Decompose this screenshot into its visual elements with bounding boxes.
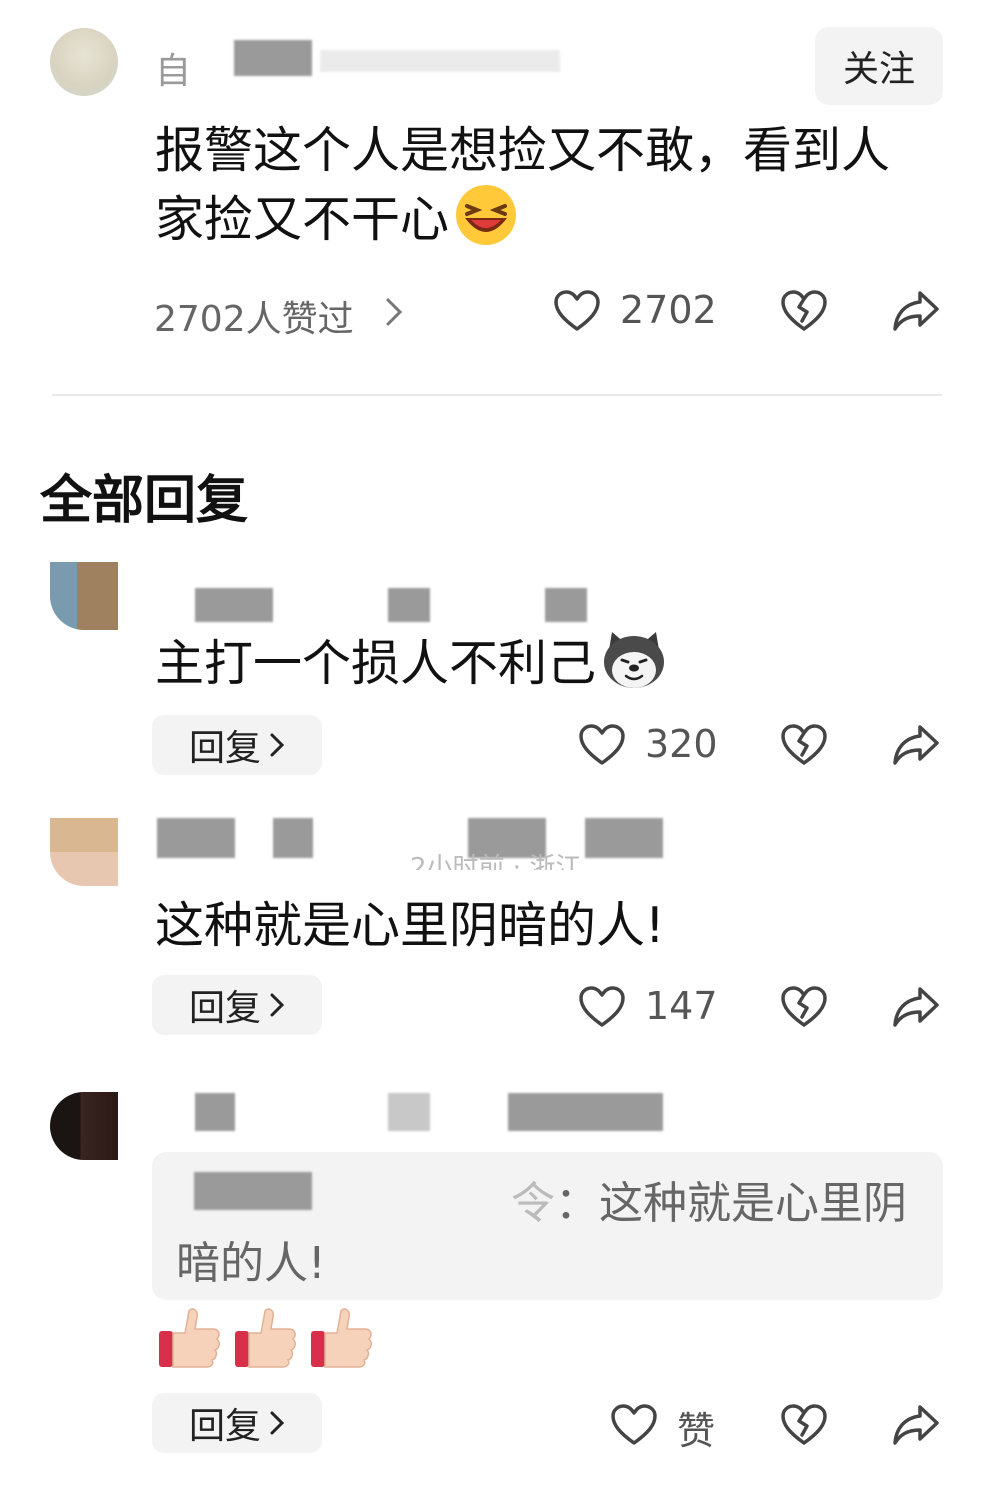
chevron-right-icon — [270, 993, 285, 1017]
heart-icon[interactable] — [578, 723, 626, 767]
redacted-author-name — [157, 818, 235, 858]
redacted-author-name — [195, 588, 273, 622]
redacted-author-name — [388, 1093, 430, 1131]
redacted-author-name — [388, 588, 430, 622]
divider — [52, 394, 942, 396]
chevron-right-icon — [270, 1411, 285, 1435]
avatar[interactable] — [50, 818, 118, 886]
quoted-text: 令：这种就是心里阴暗的人! — [176, 1174, 916, 1294]
share-icon[interactable] — [891, 289, 941, 333]
comment-text: 这种就是心里阴暗的人! — [155, 897, 665, 954]
reply-button-label: 回复 — [188, 728, 261, 769]
like-count: 147 — [645, 984, 718, 1028]
chevron-right-icon[interactable] — [384, 296, 404, 328]
comment-text: 报警这个人是想捡又不敢，看到人家捡又不干心 — [155, 118, 935, 253]
comment-text-body: 主打一个损人不利己 — [155, 635, 597, 692]
reply-button[interactable]: 回复 — [152, 715, 322, 775]
reply-button[interactable]: 回复 — [152, 975, 322, 1035]
thumbs-up-emoji-icon — [235, 1308, 296, 1368]
husky-emoji-icon — [600, 630, 668, 690]
redacted-author-name — [508, 1093, 663, 1131]
thumbs-up-emoji-icon — [311, 1308, 372, 1368]
broken-heart-icon[interactable] — [780, 289, 828, 333]
likes-summary-link[interactable]: 2702人赞过 — [154, 290, 354, 342]
heart-icon[interactable] — [610, 1403, 658, 1447]
broken-heart-icon[interactable] — [780, 985, 828, 1029]
redacted-author-name — [545, 588, 587, 622]
avatar[interactable] — [50, 562, 118, 630]
reply-button-label: 回复 — [188, 1406, 261, 1447]
comment-text: 主打一个损人不利己 — [155, 630, 935, 697]
thumbs-up-emoji-icon — [159, 1308, 220, 1368]
reply-button[interactable]: 回复 — [152, 1393, 322, 1453]
emoji-row — [157, 1305, 387, 1375]
reply-button-label: 回复 — [188, 988, 261, 1029]
share-icon[interactable] — [891, 723, 941, 767]
redacted-meta — [585, 818, 663, 858]
follow-button[interactable]: 关注 — [815, 27, 943, 105]
avatar[interactable] — [50, 1092, 118, 1160]
redacted-author-name-tail — [320, 50, 560, 72]
chevron-right-icon — [270, 733, 285, 757]
author-name[interactable]: 自 — [155, 42, 191, 94]
broken-heart-icon[interactable] — [780, 723, 828, 767]
comment-meta: 2小时前 · 浙江 — [410, 853, 582, 870]
section-title: 全部回复 — [40, 471, 249, 531]
redacted-author-name — [195, 1093, 235, 1131]
heart-icon[interactable] — [578, 985, 626, 1029]
like-count: 2702 — [620, 288, 717, 332]
share-icon[interactable] — [891, 1403, 941, 1447]
quoted-reply[interactable]: 令：这种就是心里阴暗的人! — [152, 1152, 943, 1300]
like-count: 320 — [645, 722, 718, 766]
heart-icon[interactable] — [553, 289, 601, 333]
like-label: 赞 — [677, 1409, 716, 1453]
comment-text-body: 报警这个人是想捡又不敢，看到人家捡又不干心 — [155, 122, 891, 248]
redacted-author-name — [273, 818, 313, 858]
laughing-emoji-icon — [453, 184, 519, 246]
share-icon[interactable] — [891, 985, 941, 1029]
avatar[interactable] — [50, 28, 118, 96]
broken-heart-icon[interactable] — [780, 1403, 828, 1447]
redacted-author-name — [234, 40, 312, 76]
quoted-prefix: 令 — [511, 1178, 555, 1229]
